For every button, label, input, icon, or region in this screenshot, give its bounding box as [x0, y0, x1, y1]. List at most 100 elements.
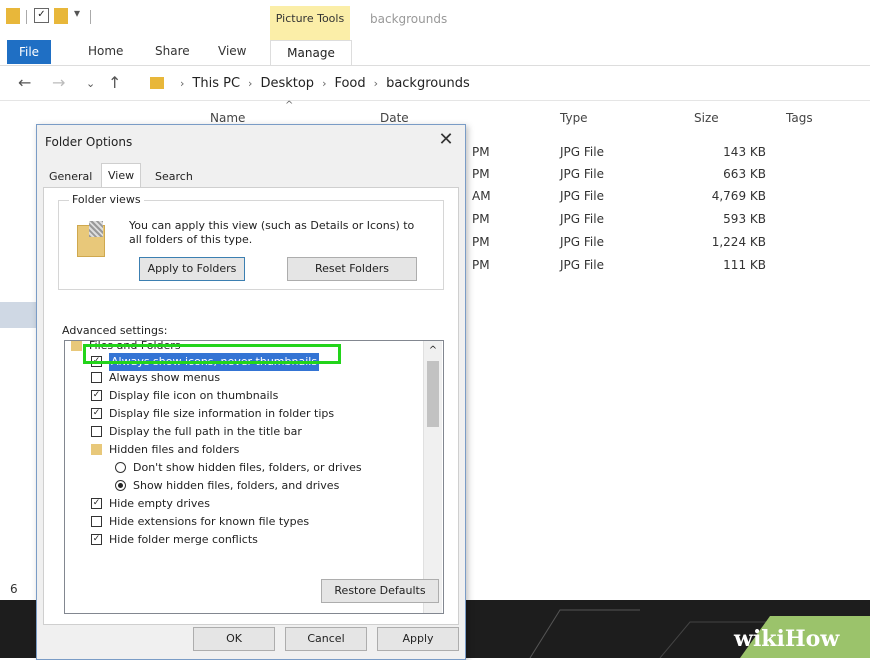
file-row[interactable]: PM JPG File 1,224 KB — [460, 231, 870, 255]
tab-view-active[interactable]: View — [101, 163, 142, 188]
breadcrumb-this-pc[interactable]: This PC — [192, 76, 240, 91]
sort-arrow-icon: ^ — [285, 100, 294, 111]
advanced-settings-label: Advanced settings: — [62, 324, 168, 337]
tab-file[interactable]: File — [7, 40, 51, 64]
file-row[interactable]: PM JPG File 593 KB — [460, 208, 870, 232]
file-type: JPG File — [560, 212, 604, 226]
checkbox[interactable] — [91, 372, 102, 383]
file-date: PM — [472, 258, 490, 272]
forward-arrow-icon[interactable]: → — [52, 73, 65, 92]
wikihow-logo: wikiHow — [734, 626, 840, 652]
folder-icon — [6, 8, 20, 24]
close-icon[interactable]: ✕ — [435, 129, 457, 150]
list-item-label: Display file size information in folder … — [109, 407, 335, 420]
file-type: JPG File — [560, 189, 604, 203]
file-type: JPG File — [560, 258, 604, 272]
breadcrumb-desktop[interactable]: Desktop — [260, 76, 314, 91]
up-arrow-icon[interactable]: ↑ — [108, 73, 121, 92]
wikihow-watermark: wikiHow — [700, 604, 870, 658]
status-item-count: 6 — [10, 582, 18, 596]
tab-manage[interactable]: Manage — [270, 40, 352, 65]
file-size: 593 KB — [723, 212, 766, 226]
column-header-name[interactable]: Name — [210, 111, 245, 125]
back-arrow-icon[interactable]: ← — [18, 73, 31, 92]
list-item-label: Always show menus — [109, 371, 221, 384]
list-item-label: Don't show hidden files, folders, or dri… — [133, 461, 362, 474]
file-date: PM — [472, 167, 490, 181]
folder-views-group: Folder views You can apply this view (su… — [58, 193, 444, 290]
file-row[interactable]: PM JPG File 143 KB — [460, 141, 870, 165]
tab-general[interactable]: General — [43, 167, 98, 187]
scrollbar-thumb[interactable] — [427, 361, 439, 427]
dialog-tabs: General View Search — [43, 163, 457, 188]
apply-button[interactable]: Apply — [377, 627, 459, 651]
folder-views-description: You can apply this view (such as Details… — [129, 219, 415, 246]
radio-button-selected[interactable] — [115, 480, 126, 491]
vertical-scrollbar[interactable]: ^ ⌄ — [423, 341, 442, 613]
folder-icon — [150, 77, 164, 89]
chevron-right-icon: › — [248, 76, 253, 90]
customize-toolbar-icon[interactable]: ▾ — [74, 6, 80, 20]
dialog-title: Folder Options — [45, 135, 133, 149]
tab-view[interactable]: View — [218, 44, 246, 58]
ribbon-tabs — [0, 40, 870, 66]
highlight-box — [83, 344, 341, 364]
tab-search[interactable]: Search — [149, 167, 199, 187]
ok-button[interactable]: OK — [193, 627, 275, 651]
file-size: 4,769 KB — [711, 189, 766, 203]
file-date: PM — [472, 212, 490, 226]
cancel-button[interactable]: Cancel — [285, 627, 367, 651]
file-date: PM — [472, 145, 490, 159]
window-title: backgrounds — [370, 12, 448, 26]
file-size: 663 KB — [723, 167, 766, 181]
column-header-date[interactable]: Date — [380, 111, 409, 125]
folder-options-dialog: Folder Options ✕ General View Search Fol… — [36, 124, 466, 660]
checkbox-checked[interactable]: ✓ — [91, 498, 102, 509]
picture-tools-label: Picture Tools — [275, 12, 345, 25]
folder-views-legend: Folder views — [69, 193, 144, 206]
column-header-tags[interactable]: Tags — [786, 111, 813, 125]
file-date: AM — [472, 189, 491, 203]
advanced-settings-list[interactable]: Files and Folders ✓ Always show icons, n… — [64, 340, 444, 614]
view-tab-panel: Folder views You can apply this view (su… — [43, 187, 459, 625]
nav-pane-selection[interactable] — [0, 302, 36, 328]
file-size: 111 KB — [723, 258, 766, 272]
breadcrumb-food[interactable]: Food — [334, 76, 365, 91]
column-header-type[interactable]: Type — [560, 111, 588, 125]
radio-button[interactable] — [115, 462, 126, 473]
file-row[interactable]: PM JPG File 111 KB — [460, 254, 870, 278]
toolbar-divider — [90, 10, 91, 24]
checkbox-checked[interactable]: ✓ — [91, 408, 102, 419]
checkbox[interactable] — [91, 426, 102, 437]
file-type: JPG File — [560, 167, 604, 181]
checkbox[interactable] — [91, 516, 102, 527]
chevron-right-icon: › — [180, 76, 185, 90]
folder-icon — [91, 444, 102, 455]
tab-share[interactable]: Share — [155, 44, 190, 58]
checkbox-checked[interactable]: ✓ — [91, 534, 102, 545]
list-item-label: Hide folder merge conflicts — [109, 533, 258, 546]
chevron-right-icon: › — [322, 76, 327, 90]
column-header-size[interactable]: Size — [694, 111, 719, 125]
reset-folders-button[interactable]: Reset Folders — [287, 257, 417, 281]
tab-home[interactable]: Home — [88, 44, 123, 58]
file-type: JPG File — [560, 145, 604, 159]
apply-to-folders-button[interactable]: Apply to Folders — [139, 257, 245, 281]
breadcrumb-backgrounds[interactable]: backgrounds — [386, 76, 470, 91]
list-item-label: Hide empty drives — [109, 497, 210, 510]
folder-view-icon-overlay — [89, 221, 103, 237]
file-row[interactable]: AM JPG File 4,769 KB — [460, 185, 870, 209]
file-row[interactable]: PM JPG File 663 KB — [460, 163, 870, 187]
toolbar-divider — [26, 10, 27, 24]
restore-defaults-button[interactable]: Restore Defaults — [321, 579, 439, 603]
list-item-label: Hidden files and folders — [109, 443, 240, 456]
new-folder-icon[interactable] — [54, 8, 68, 24]
properties-icon[interactable]: ✓ — [34, 8, 49, 23]
chevron-up-icon[interactable]: ^ — [424, 345, 442, 356]
checkbox-checked[interactable]: ✓ — [91, 390, 102, 401]
list-item-label: Hide extensions for known file types — [109, 515, 310, 528]
file-size: 143 KB — [723, 145, 766, 159]
file-size: 1,224 KB — [711, 235, 766, 249]
recent-locations-icon[interactable]: ⌄ — [86, 77, 95, 90]
file-date: PM — [472, 235, 490, 249]
